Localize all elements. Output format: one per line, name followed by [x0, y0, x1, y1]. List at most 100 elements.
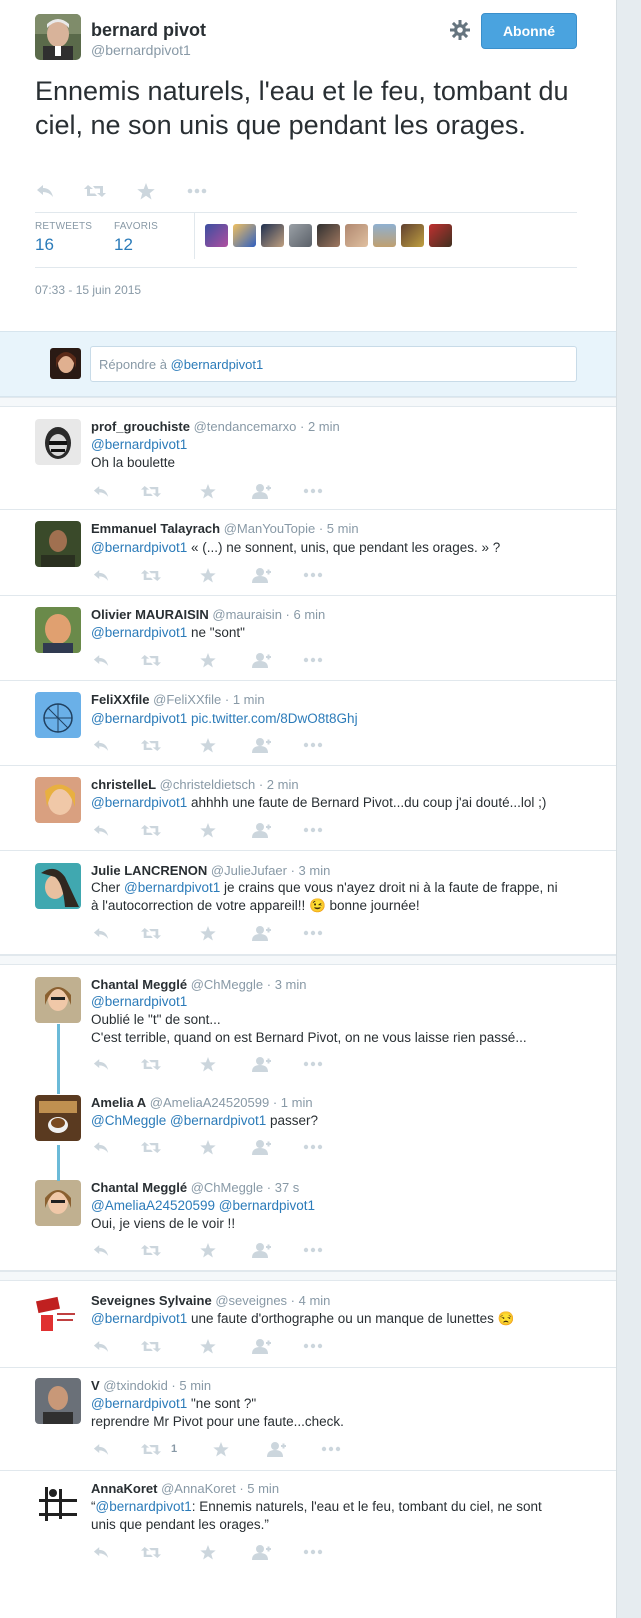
reply-icon[interactable] [91, 737, 111, 753]
follow-icon[interactable] [251, 1139, 271, 1155]
reply-author-name[interactable]: Julie LANCRENON [91, 863, 207, 878]
reply-meta[interactable]: @christeldietsch · 2 min [160, 777, 299, 792]
reply-author-avatar[interactable] [35, 521, 81, 567]
main-author-avatar[interactable] [35, 14, 81, 60]
favorite-icon[interactable] [211, 1441, 231, 1457]
more-icon[interactable] [303, 652, 323, 668]
gear-icon[interactable] [449, 19, 471, 41]
reply-tweet[interactable]: prof_grouchiste @tendancemarxo · 2 min @b… [0, 407, 616, 510]
favoriter-avatar[interactable] [401, 224, 424, 247]
reply-author-name[interactable]: V [91, 1378, 100, 1393]
reply-author-name[interactable]: prof_grouchiste [91, 419, 190, 434]
reply-meta[interactable]: @seveignes · 4 min [215, 1293, 330, 1308]
mention-link[interactable]: @bernardpivot1 [91, 1396, 187, 1411]
reply-meta[interactable]: @ChMeggle · 3 min [191, 977, 307, 992]
follow-icon[interactable] [251, 1056, 271, 1072]
reply-author-name[interactable]: Seveignes Sylvaine [91, 1293, 212, 1308]
favoriter-avatar[interactable] [205, 224, 228, 247]
reply-meta[interactable]: @txindokid · 5 min [103, 1378, 211, 1393]
reply-icon[interactable] [91, 925, 111, 941]
retweet-icon[interactable] [141, 737, 161, 753]
reply-tweet[interactable]: Chantal Megglé @ChMeggle · 3 min @bernard… [0, 965, 616, 1082]
reply-icon[interactable] [91, 1056, 111, 1072]
reply-icon[interactable] [33, 181, 57, 201]
tweet-timestamp[interactable]: 07:33 - 15 juin 2015 [35, 283, 141, 297]
reply-author-name[interactable]: Emmanuel Talayrach [91, 521, 220, 536]
main-author-handle[interactable]: @bernardpivot1 [91, 42, 191, 58]
reply-meta[interactable]: @JulieJufaer · 3 min [211, 863, 330, 878]
mention-link[interactable]: @bernardpivot1 [91, 994, 187, 1009]
retweet-icon[interactable] [141, 483, 161, 499]
mention-link[interactable]: @bernardpivot1 [91, 795, 187, 810]
more-icon[interactable] [303, 1338, 323, 1354]
retweets-stat[interactable]: RETWEETS 16 [35, 221, 92, 255]
mention-link[interactable]: @bernardpivot1 [96, 1499, 192, 1514]
reply-icon[interactable] [91, 1441, 111, 1457]
follow-icon[interactable] [251, 567, 271, 583]
reply-author-avatar[interactable] [35, 1180, 81, 1226]
retweet-icon[interactable] [83, 181, 107, 201]
reply-tweet[interactable]: christelleL @christeldietsch · 2 min @ber… [0, 766, 616, 851]
retweet-icon[interactable] [141, 1544, 161, 1560]
main-author-name[interactable]: bernard pivot [91, 20, 206, 41]
reply-author-avatar[interactable] [35, 777, 81, 823]
reply-author-avatar[interactable] [35, 863, 81, 909]
mention-link[interactable]: @ChMeggle @bernardpivot1 [91, 1113, 266, 1128]
reply-author-name[interactable]: christelleL [91, 777, 156, 792]
retweet-icon[interactable] [141, 1242, 161, 1258]
favorite-icon[interactable] [198, 652, 218, 668]
reply-author-name[interactable]: Olivier MAURAISIN [91, 607, 209, 622]
reply-icon[interactable] [91, 652, 111, 668]
favoriter-avatar[interactable] [261, 224, 284, 247]
retweet-icon[interactable] [141, 652, 161, 668]
reply-tweet[interactable]: Amelia A @AmeliaA24520599 · 1 min @ChMegg… [0, 1082, 616, 1167]
reply-author-avatar[interactable] [35, 419, 81, 465]
favoriter-avatar[interactable] [289, 224, 312, 247]
reply-icon[interactable] [91, 1242, 111, 1258]
reply-icon[interactable] [91, 1544, 111, 1560]
favorite-icon[interactable] [198, 567, 218, 583]
follow-icon[interactable] [251, 652, 271, 668]
favoriter-avatar[interactable] [373, 224, 396, 247]
reply-author-avatar[interactable] [35, 1378, 81, 1424]
mention-link[interactable]: @bernardpivot1 [91, 437, 187, 452]
reply-tweet[interactable]: Olivier MAURAISIN @mauraisin · 6 min @ber… [0, 596, 616, 681]
reply-tweet[interactable]: AnnaKoret @AnnaKoret · 5 min “@bernardpiv… [0, 1471, 616, 1618]
reply-tweet[interactable]: Julie LANCRENON @JulieJufaer · 3 min Cher… [0, 851, 616, 955]
reply-meta[interactable]: @AmeliaA24520599 · 1 min [150, 1095, 313, 1110]
reply-meta[interactable]: @FeliXXfile · 1 min [153, 692, 264, 707]
reply-author-name[interactable]: Chantal Megglé [91, 1180, 187, 1195]
reply-tweet[interactable]: Seveignes Sylvaine @seveignes · 4 min @be… [0, 1281, 616, 1368]
more-icon[interactable] [303, 737, 323, 753]
more-icon[interactable] [185, 181, 209, 201]
favorite-icon[interactable] [198, 1139, 218, 1155]
retweet-icon[interactable] [141, 1139, 161, 1155]
retweet-icon[interactable] [141, 567, 161, 583]
favorite-icon[interactable] [198, 1338, 218, 1354]
reply-input[interactable]: Répondre à @bernardpivot1 [90, 346, 577, 382]
follow-icon[interactable] [251, 483, 271, 499]
more-icon[interactable] [303, 483, 323, 499]
reply-icon[interactable] [91, 1338, 111, 1354]
more-icon[interactable] [303, 1242, 323, 1258]
following-button[interactable]: Abonné [481, 13, 577, 49]
follow-icon[interactable] [251, 1544, 271, 1560]
favorites-stat[interactable]: FAVORIS 12 [114, 221, 158, 255]
favorite-icon[interactable] [134, 181, 158, 201]
favorites-count[interactable]: 12 [114, 235, 158, 255]
reply-icon[interactable] [91, 822, 111, 838]
favorite-icon[interactable] [198, 1544, 218, 1560]
scrollbar-track[interactable] [616, 0, 641, 1618]
more-icon[interactable] [303, 567, 323, 583]
mention-link[interactable]: @bernardpivot1 pic.twitter.com/8DwO8t8Gh… [91, 711, 358, 726]
retweet-icon[interactable] [141, 822, 161, 838]
retweet-icon[interactable] [141, 1056, 161, 1072]
more-icon[interactable] [303, 1544, 323, 1560]
more-icon[interactable] [303, 1056, 323, 1072]
reply-meta[interactable]: @tendancemarxo · 2 min [194, 419, 340, 434]
retweet-icon[interactable] [141, 1441, 161, 1457]
reply-author-avatar[interactable] [35, 1481, 81, 1527]
favorite-icon[interactable] [198, 1056, 218, 1072]
reply-meta[interactable]: @AnnaKoret · 5 min [161, 1481, 279, 1496]
retweet-icon[interactable] [141, 1338, 161, 1354]
